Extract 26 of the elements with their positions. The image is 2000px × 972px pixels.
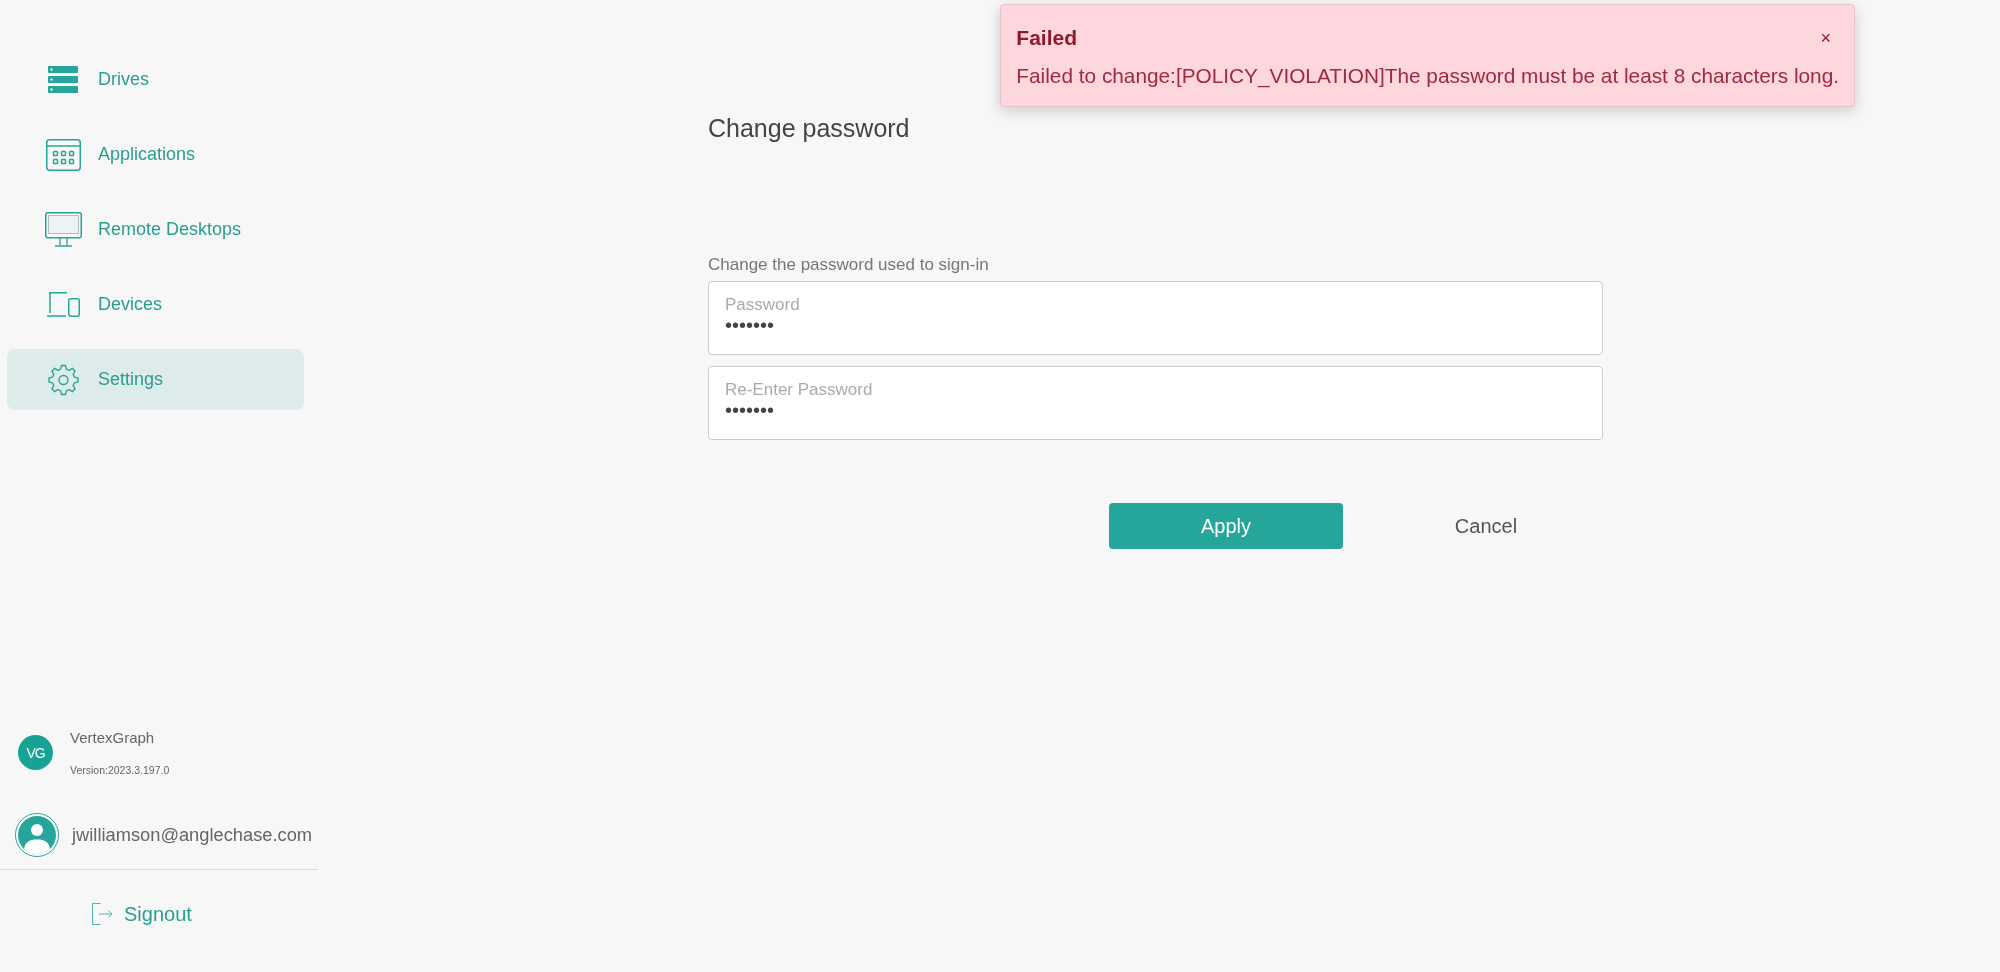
nav-item[interactable]: Drives — [7, 49, 304, 110]
avatar-icon — [15, 813, 59, 857]
app-logo: VG — [18, 735, 53, 770]
settings-icon — [47, 363, 79, 396]
monitor-icon — [44, 212, 82, 247]
nav-item[interactable]: Devices — [7, 274, 304, 335]
sign-out-icon — [92, 903, 113, 925]
nav-item[interactable]: Applications — [7, 124, 304, 185]
section-label: Change the password used to sign-in — [708, 255, 989, 275]
user-email: jwilliamson@anglechase.com — [72, 824, 313, 846]
signout-button[interactable]: Signout — [92, 894, 192, 934]
apply-button[interactable]: Apply — [1109, 503, 1343, 549]
toast-title: Failed — [1016, 26, 1078, 50]
page-title: Change password — [708, 113, 910, 143]
toast-message: Failed to change:[POLICY_VIOLATION]The password must be at least 8 characters long. — [1016, 64, 1839, 88]
password-field[interactable]: Password ••••••• — [708, 281, 1603, 355]
server-icon — [48, 66, 78, 93]
nav-item[interactable]: Remote Desktops — [7, 199, 304, 260]
product-name: VertexGraph — [70, 729, 155, 747]
version-text: Version:2023.3.197.0 — [70, 764, 170, 776]
cancel-button[interactable]: Cancel — [1369, 503, 1603, 549]
password-field[interactable]: Re-Enter Password ••••••• — [708, 366, 1603, 440]
close-button[interactable]: × — [1812, 28, 1839, 48]
app-grid-icon — [45, 138, 81, 171]
laptop-phone-icon — [46, 292, 80, 317]
nav-item[interactable]: Settings — [7, 349, 304, 410]
